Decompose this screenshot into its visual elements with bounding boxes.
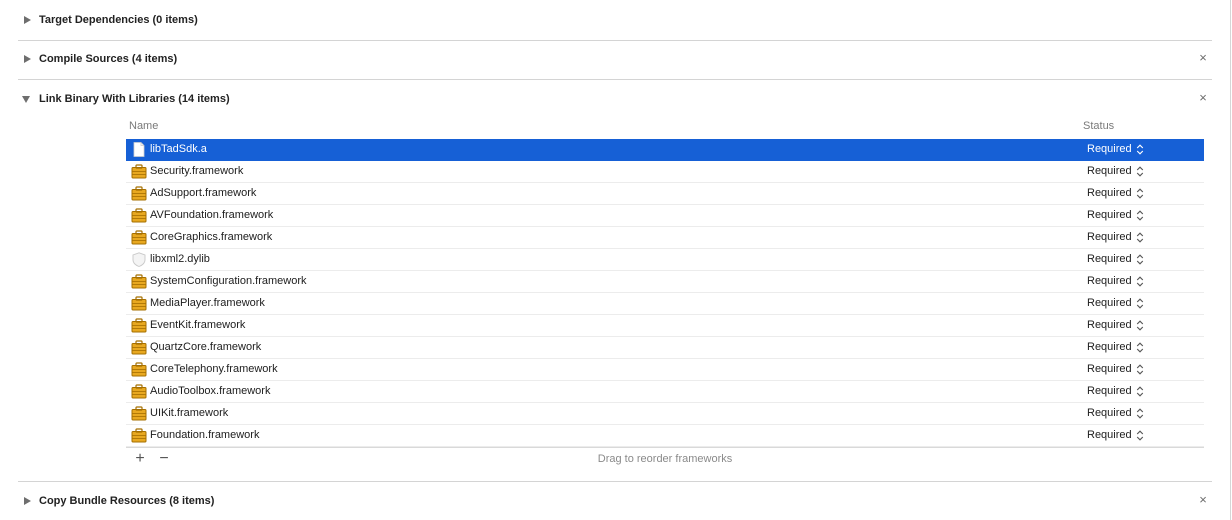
status-popup[interactable]: Required <box>1087 297 1132 309</box>
library-name: CoreGraphics.framework <box>150 231 273 243</box>
status-popup[interactable]: Required <box>1087 319 1132 331</box>
table-row[interactable]: SystemConfiguration.framework Required <box>126 271 1204 293</box>
chevron-up-down-icon[interactable] <box>1136 186 1144 201</box>
section-title: Link Binary With Libraries (14 items) <box>39 93 230 105</box>
chevron-up-down-icon[interactable] <box>1136 208 1144 223</box>
status-popup[interactable]: Required <box>1087 429 1132 441</box>
library-name: MediaPlayer.framework <box>150 297 265 309</box>
section-header[interactable]: Compile Sources (4 items) × <box>18 49 1212 69</box>
disclosure-triangle-icon[interactable] <box>24 497 31 505</box>
table-row[interactable]: AudioToolbox.framework Required <box>126 381 1204 403</box>
remove-phase-icon[interactable]: × <box>1196 51 1210 65</box>
chevron-up-down-icon[interactable] <box>1136 252 1144 267</box>
table-footer: + − Drag to reorder frameworks <box>126 447 1204 470</box>
library-name: UIKit.framework <box>150 407 229 419</box>
chevron-up-down-icon[interactable] <box>1136 406 1144 421</box>
framework-icon <box>131 362 147 377</box>
status-popup[interactable]: Required <box>1087 143 1132 155</box>
remove-phase-icon[interactable]: × <box>1196 91 1210 105</box>
section-header[interactable]: Copy Bundle Resources (8 items) × <box>18 491 1212 511</box>
library-name: CoreTelephony.framework <box>150 363 278 375</box>
status-popup[interactable]: Required <box>1087 363 1132 375</box>
table-row[interactable]: AdSupport.framework Required <box>126 183 1204 205</box>
status-popup[interactable]: Required <box>1087 385 1132 397</box>
library-name: libxml2.dylib <box>150 253 210 265</box>
table-row[interactable]: libTadSdk.a Required <box>126 139 1204 161</box>
drag-hint: Drag to reorder frameworks <box>597 453 733 465</box>
library-name: EventKit.framework <box>150 319 246 331</box>
framework-icon <box>131 164 147 179</box>
table-header: Name Status <box>126 117 1204 139</box>
disclosure-triangle-icon[interactable] <box>24 16 31 24</box>
status-popup[interactable]: Required <box>1087 275 1132 287</box>
libraries-table: Name Status libTadSdk.a Required Security… <box>126 117 1204 470</box>
chevron-up-down-icon[interactable] <box>1136 318 1144 333</box>
framework-icon <box>131 318 147 333</box>
table-row[interactable]: AVFoundation.framework Required <box>126 205 1204 227</box>
library-name: AudioToolbox.framework <box>150 385 271 397</box>
status-popup[interactable]: Required <box>1087 253 1132 265</box>
remove-phase-icon[interactable]: × <box>1196 493 1210 507</box>
framework-icon <box>131 230 147 245</box>
library-name: AdSupport.framework <box>150 187 257 199</box>
framework-icon <box>131 208 147 223</box>
library-name: Security.framework <box>150 165 244 177</box>
status-column-header[interactable]: Status <box>1083 120 1114 132</box>
table-row[interactable]: libxml2.dylib Required <box>126 249 1204 271</box>
section-compile-sources: Compile Sources (4 items) × <box>18 41 1212 80</box>
chevron-up-down-icon[interactable] <box>1136 362 1144 377</box>
library-name: Foundation.framework <box>150 429 260 441</box>
status-popup[interactable]: Required <box>1087 165 1132 177</box>
status-popup[interactable]: Required <box>1087 187 1132 199</box>
chevron-up-down-icon[interactable] <box>1136 164 1144 179</box>
chevron-up-down-icon[interactable] <box>1136 296 1144 311</box>
library-name: QuartzCore.framework <box>150 341 262 353</box>
disclosure-triangle-icon[interactable] <box>22 95 30 103</box>
section-title: Copy Bundle Resources (8 items) <box>39 495 215 507</box>
status-popup[interactable]: Required <box>1087 209 1132 221</box>
table-row[interactable]: Security.framework Required <box>126 161 1204 183</box>
library-name: libTadSdk.a <box>150 143 207 155</box>
table-row[interactable]: MediaPlayer.framework Required <box>126 293 1204 315</box>
table-row[interactable]: CoreTelephony.framework Required <box>126 359 1204 381</box>
chevron-up-down-icon[interactable] <box>1136 274 1144 289</box>
chevron-up-down-icon[interactable] <box>1136 428 1144 443</box>
chevron-up-down-icon[interactable] <box>1136 340 1144 355</box>
library-name: SystemConfiguration.framework <box>150 275 307 287</box>
status-popup[interactable]: Required <box>1087 407 1132 419</box>
section-title: Compile Sources (4 items) <box>39 53 178 65</box>
build-phases-panel: Target Dependencies (0 items) Compile So… <box>0 0 1231 520</box>
table-body: libTadSdk.a Required Security.framework Re… <box>126 139 1204 447</box>
table-row[interactable]: QuartzCore.framework Required <box>126 337 1204 359</box>
status-popup[interactable]: Required <box>1087 231 1132 243</box>
section-title: Target Dependencies (0 items) <box>39 14 198 26</box>
table-row[interactable]: CoreGraphics.framework Required <box>126 227 1204 249</box>
framework-icon <box>131 406 147 421</box>
framework-icon <box>131 340 147 355</box>
file-icon <box>131 142 147 157</box>
section-header[interactable]: Target Dependencies (0 items) <box>18 10 1212 30</box>
status-popup[interactable]: Required <box>1087 341 1132 353</box>
disclosure-triangle-icon[interactable] <box>24 55 31 63</box>
table-row[interactable]: EventKit.framework Required <box>126 315 1204 337</box>
framework-icon <box>131 186 147 201</box>
library-name: AVFoundation.framework <box>150 209 274 221</box>
table-row[interactable]: UIKit.framework Required <box>126 403 1204 425</box>
name-column-header[interactable]: Name <box>129 120 158 132</box>
section-target-dependencies: Target Dependencies (0 items) <box>18 0 1212 41</box>
chevron-up-down-icon[interactable] <box>1136 142 1144 157</box>
section-copy-bundle-resources: Copy Bundle Resources (8 items) × <box>18 482 1212 520</box>
chevron-up-down-icon[interactable] <box>1136 384 1144 399</box>
framework-icon <box>131 428 147 443</box>
framework-icon <box>131 274 147 289</box>
section-header[interactable]: Link Binary With Libraries (14 items) × <box>18 89 1212 109</box>
framework-icon <box>131 296 147 311</box>
framework-icon <box>131 384 147 399</box>
library-icon <box>131 252 147 267</box>
table-row[interactable]: Foundation.framework Required <box>126 425 1204 447</box>
chevron-up-down-icon[interactable] <box>1136 230 1144 245</box>
